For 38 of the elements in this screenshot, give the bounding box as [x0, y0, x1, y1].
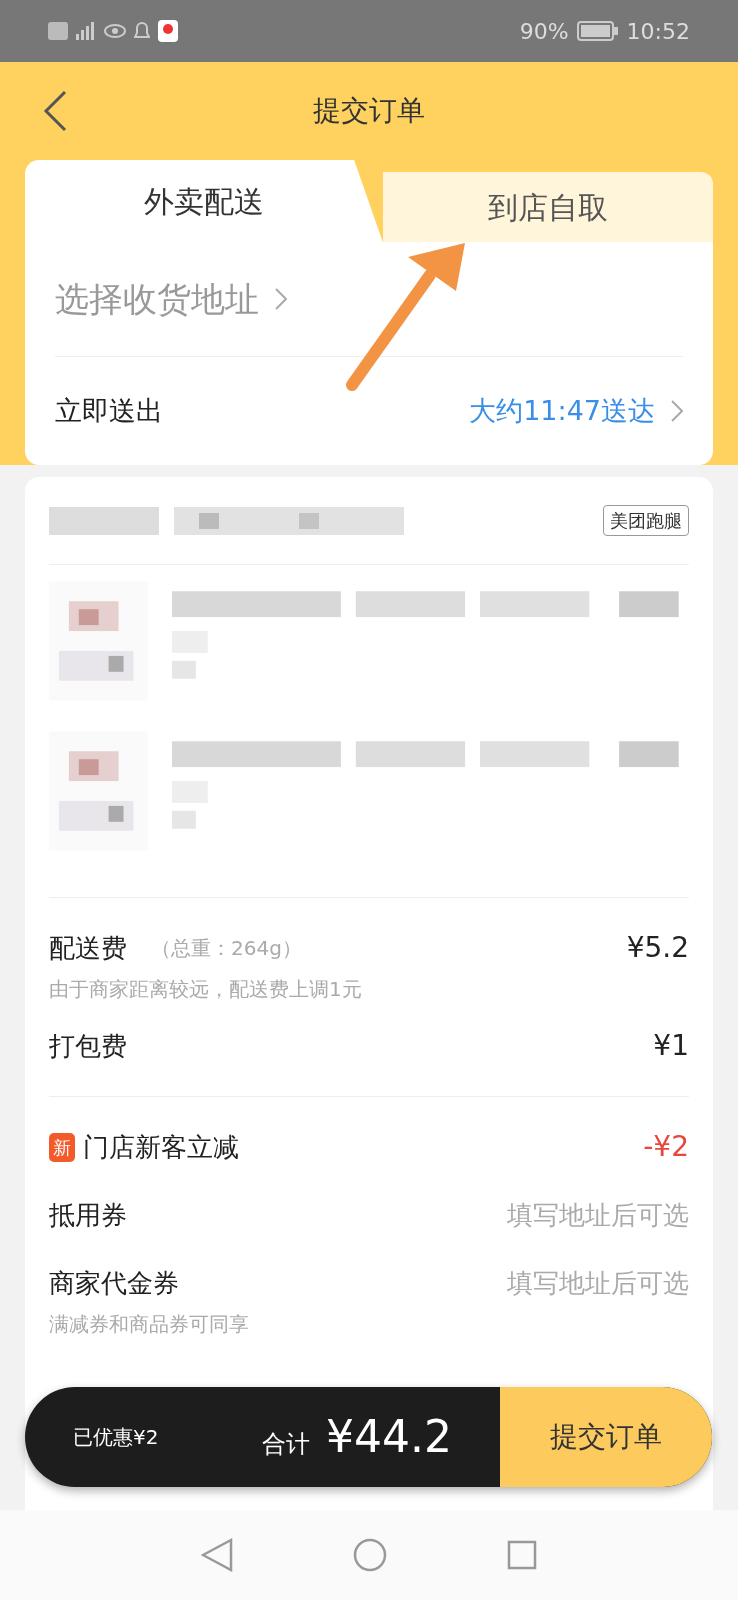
courier-tag: 美团跑腿	[603, 505, 689, 536]
fee-label: 打包费	[49, 1029, 127, 1063]
delivery-label: 立即送出	[55, 393, 163, 428]
chevron-icon	[275, 288, 287, 310]
chevron-icon	[671, 400, 683, 422]
discount-summary: 已优惠¥2	[73, 1424, 159, 1451]
battery-percent: 90%	[519, 17, 569, 46]
recents-nav-icon[interactable]	[507, 1540, 537, 1570]
total-label: 合计	[262, 1429, 311, 1460]
discount-amount: -¥2	[643, 1129, 689, 1165]
back-nav-icon[interactable]	[201, 1538, 233, 1572]
fee-label: 配送费	[49, 931, 127, 965]
signal-icon	[76, 22, 96, 40]
fee-note: 由于商家距离较远，配送费上调1元	[49, 976, 363, 1003]
coupon-selector[interactable]: 填写地址后可选	[507, 1263, 689, 1303]
total-amount: ¥44.2	[326, 1410, 452, 1464]
bell-icon	[134, 22, 150, 40]
hd-icon	[48, 22, 68, 40]
eye-icon	[104, 24, 126, 38]
page-title: 提交订单	[313, 93, 425, 129]
tab[interactable]: 外卖配送	[25, 160, 383, 242]
fee-label: 商家代金券	[49, 1266, 179, 1300]
fee-note: 满减券和商品券可同享	[49, 1311, 250, 1338]
fee-label: 抵用券	[49, 1198, 127, 1232]
app-icon	[158, 20, 178, 42]
new-badge: 新	[49, 1132, 75, 1162]
fee-label: 门店新客立减	[83, 1130, 239, 1164]
clock: 10:52	[626, 17, 690, 46]
delivery-time-selector[interactable]: 大约11:47送达	[469, 390, 683, 432]
tab[interactable]: 到店自取	[382, 172, 713, 242]
fee-amount: ¥1	[653, 1028, 689, 1064]
fee-amount: ¥5.2	[626, 930, 689, 966]
coupon-selector[interactable]: 填写地址后可选	[507, 1195, 689, 1235]
weight-note: （总重：264g）	[151, 935, 302, 962]
home-nav-icon[interactable]	[353, 1538, 387, 1572]
submit-order-button[interactable]: 提交订单	[500, 1387, 712, 1487]
battery-icon	[576, 20, 619, 42]
back-button[interactable]	[43, 90, 67, 132]
